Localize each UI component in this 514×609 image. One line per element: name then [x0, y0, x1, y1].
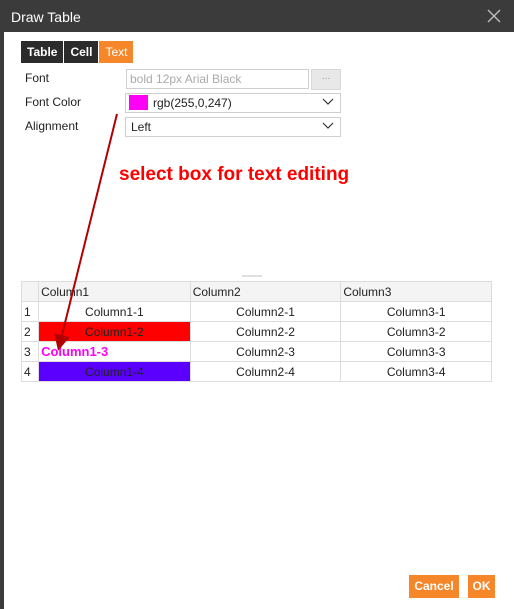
- annotation-text: select box for text editing: [119, 164, 350, 185]
- row-number[interactable]: 2: [20, 321, 40, 342]
- table-cell[interactable]: Column2-1: [189, 301, 342, 322]
- dialog-footer: Cancel OK: [4, 569, 514, 609]
- header-column1[interactable]: Column1: [38, 281, 191, 302]
- resize-handle[interactable]: [242, 275, 262, 279]
- header-column3[interactable]: Column3: [340, 281, 492, 302]
- tab-table[interactable]: Table: [21, 41, 64, 63]
- table-cell[interactable]: Column3-4: [340, 361, 492, 382]
- header-row: Column1 Column2 Column3: [20, 281, 492, 302]
- close-icon[interactable]: [486, 8, 502, 24]
- header-column2[interactable]: Column2: [189, 281, 342, 302]
- alignment-value: Left: [131, 120, 152, 134]
- table-cell-red[interactable]: Column1-2: [38, 321, 191, 342]
- chevron-down-icon: [322, 122, 334, 129]
- header-corner[interactable]: [20, 281, 40, 302]
- ok-button[interactable]: OK: [468, 575, 495, 598]
- table-row: 4 Column1-4 Column2-4 Column3-4: [20, 361, 492, 382]
- dialog-title: Draw Table: [11, 9, 81, 25]
- alignment-label: Alignment: [25, 119, 79, 133]
- table-cell[interactable]: Column2-4: [189, 361, 342, 382]
- dialog-body: Table Cell Text Font bold 12px Arial Bla…: [4, 32, 514, 609]
- table-grid: Column1 Column2 Column3 1 Column1-1 Colu…: [20, 281, 492, 385]
- tab-text[interactable]: Text: [99, 41, 134, 63]
- draw-table-dialog: Draw Table Table Cell Text Font bold 12p…: [0, 0, 514, 609]
- tab-bar: Table Cell Text: [21, 41, 134, 63]
- table-cell[interactable]: Column3-1: [340, 301, 492, 322]
- table-row: 3 Column1-3 Column2-3 Column3-3: [20, 341, 492, 362]
- table-cell-selected[interactable]: Column1-3: [38, 341, 191, 362]
- table-cell[interactable]: Column2-3: [189, 341, 342, 362]
- font-color-value: rgb(255,0,247): [153, 96, 232, 110]
- table-cell[interactable]: Column2-2: [189, 321, 342, 342]
- table-row: 1 Column1-1 Column2-1 Column3-1: [20, 301, 492, 322]
- font-field[interactable]: bold 12px Arial Black: [126, 69, 309, 89]
- row-number[interactable]: 1: [20, 301, 40, 322]
- table-cell[interactable]: Column3-2: [340, 321, 492, 342]
- font-label: Font: [25, 71, 50, 85]
- color-swatch: [129, 95, 148, 110]
- font-color-label: Font Color: [25, 95, 82, 109]
- table-cell-purple[interactable]: Column1-4: [38, 361, 191, 382]
- row-number[interactable]: 3: [20, 341, 40, 362]
- font-picker-button[interactable]: ...: [311, 69, 341, 90]
- table-row: 2 Column1-2 Column2-2 Column3-2: [20, 321, 492, 342]
- row-number[interactable]: 4: [20, 361, 40, 382]
- tab-cell[interactable]: Cell: [64, 41, 99, 63]
- chevron-down-icon: [322, 98, 334, 105]
- cancel-button[interactable]: Cancel: [409, 575, 459, 598]
- font-color-select[interactable]: rgb(255,0,247): [125, 93, 341, 113]
- alignment-select[interactable]: Left: [125, 117, 341, 137]
- table-cell[interactable]: Column1-1: [38, 301, 191, 322]
- table-cell[interactable]: Column3-3: [340, 341, 492, 362]
- title-bar[interactable]: Draw Table: [4, 0, 514, 32]
